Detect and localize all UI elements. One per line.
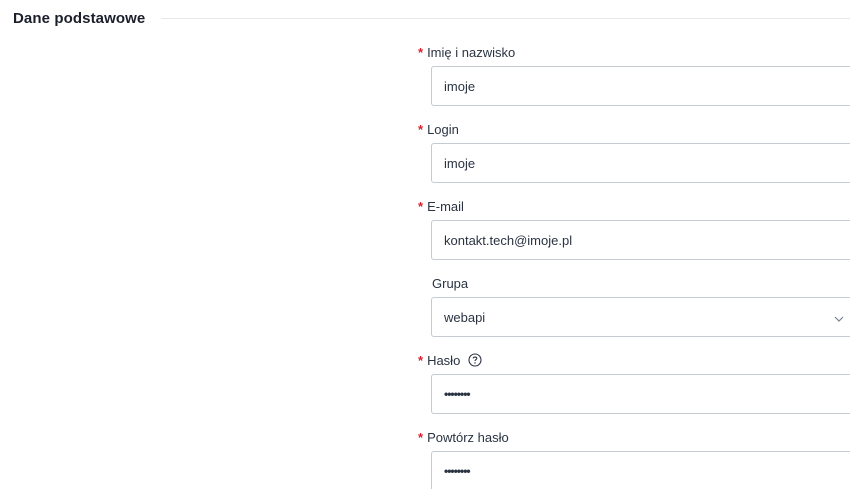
group-select[interactable]: webapi <box>431 297 850 337</box>
group-label-text: Grupa <box>432 275 469 291</box>
password-repeat-label: * Powtórz hasło <box>418 429 509 445</box>
login-input-value: imoje <box>444 155 476 171</box>
help-circle-icon[interactable] <box>468 353 482 367</box>
required-marker: * <box>418 44 424 60</box>
password-label: * Hasło <box>418 352 482 368</box>
password-repeat-input-value: •••••••• <box>444 464 471 478</box>
required-marker: * <box>418 429 424 445</box>
name-input[interactable]: imoje <box>431 66 850 106</box>
email-label-text: E-mail <box>427 198 464 214</box>
email-label: * E-mail <box>418 198 464 214</box>
section-header: Dane podstawowe <box>13 8 850 28</box>
section-title: Dane podstawowe <box>13 9 146 27</box>
password-input-value: •••••••• <box>444 387 471 401</box>
password-repeat-input[interactable]: •••••••• <box>431 451 850 489</box>
name-label-text: Imię i nazwisko <box>427 44 516 60</box>
name-label: * Imię i nazwisko <box>418 44 515 60</box>
email-input-value: kontakt.tech@imoje.pl <box>444 232 573 248</box>
chevron-down-icon <box>834 312 844 322</box>
name-input-value: imoje <box>444 78 476 94</box>
password-label-text: Hasło <box>427 352 461 368</box>
password-input[interactable]: •••••••• <box>431 374 850 414</box>
email-input[interactable]: kontakt.tech@imoje.pl <box>431 220 850 260</box>
section-divider <box>161 17 850 19</box>
password-repeat-label-text: Powtórz hasło <box>427 429 509 445</box>
login-label: * Login <box>418 121 459 137</box>
required-marker: * <box>418 198 424 214</box>
required-marker: * <box>418 352 424 368</box>
user-form-page: Dane podstawowe * Imię i nazwisko imoje … <box>0 0 850 489</box>
group-select-value: webapi <box>444 309 486 325</box>
login-label-text: Login <box>427 121 459 137</box>
required-marker: * <box>418 121 424 137</box>
group-label: Grupa <box>432 275 468 291</box>
login-input[interactable]: imoje <box>431 143 850 183</box>
